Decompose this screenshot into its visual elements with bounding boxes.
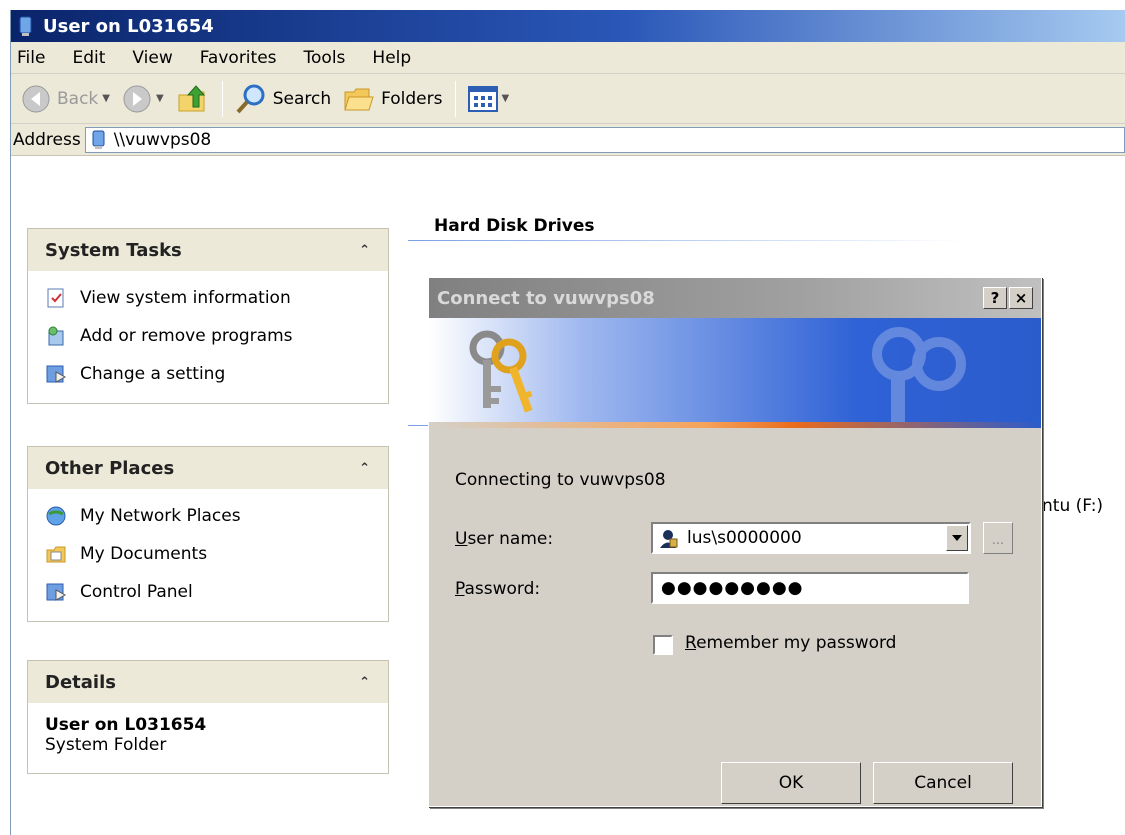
details-item-name: User on L031654: [45, 715, 207, 735]
standard-toolbar: Back ▼ ▼ Search Folders ▼: [11, 74, 1125, 124]
remember-password-checkbox[interactable]: [653, 635, 673, 655]
browse-button[interactable]: ...: [983, 522, 1013, 554]
back-arrow-icon: [22, 85, 50, 112]
my-documents-icon: [46, 546, 66, 563]
view-system-information-link[interactable]: View system information: [45, 279, 388, 317]
dialog-body: Connecting to vuwvps08 User name: lus\s0…: [429, 428, 1041, 806]
dropdown-arrow-icon[interactable]: [946, 525, 968, 551]
address-input[interactable]: \\vuwvps08: [84, 126, 1125, 153]
details-header[interactable]: Details ⌃: [28, 661, 388, 703]
password-input[interactable]: ●●●●●●●●●: [651, 572, 969, 604]
dialog-title-bar[interactable]: Connect to vuwvps08 ? ×: [429, 278, 1041, 318]
toolbar-separator: [454, 80, 456, 117]
user-name-label-mnemonic: U: [455, 529, 468, 549]
folders-button[interactable]: Folders: [337, 79, 448, 119]
password-label: Password:: [455, 579, 540, 599]
help-button[interactable]: ?: [983, 287, 1007, 309]
folders-label: Folders: [381, 88, 443, 109]
menu-edit[interactable]: Edit: [72, 48, 105, 68]
collapse-chevron-icon[interactable]: ⌃: [359, 243, 370, 258]
add-remove-programs-link[interactable]: Add or remove programs: [45, 317, 388, 355]
views-icon: [467, 85, 498, 112]
system-info-icon: [47, 288, 64, 308]
details-panel: Details ⌃ User on L031654 System Folder: [27, 660, 389, 774]
details-title: Details: [45, 671, 116, 693]
my-network-places-label: My Network Places: [80, 506, 241, 526]
user-folder-icon: [92, 130, 105, 149]
user-account-icon: [658, 528, 678, 548]
system-tasks-header[interactable]: System Tasks ⌃: [28, 229, 388, 271]
search-label: Search: [272, 88, 332, 109]
user-name-label-text: ser name:: [467, 529, 554, 549]
menu-help[interactable]: Help: [372, 48, 411, 68]
my-documents-label: My Documents: [80, 544, 208, 564]
views-button[interactable]: ▼: [462, 79, 516, 119]
control-panel-link[interactable]: Control Panel: [45, 573, 388, 611]
forward-button[interactable]: ▼: [116, 79, 170, 119]
search-button[interactable]: Search: [229, 79, 337, 119]
menu-file[interactable]: File: [17, 48, 45, 68]
window-title: User on L031654: [43, 15, 214, 37]
change-a-setting-link[interactable]: Change a setting: [45, 355, 388, 393]
back-button[interactable]: Back ▼: [15, 79, 116, 119]
keys-icon: [469, 330, 533, 413]
network-places-icon: [46, 506, 66, 526]
remember-label-mnemonic: R: [685, 633, 697, 653]
menu-bar: File Edit View Favorites Tools Help: [11, 42, 1125, 74]
ok-button[interactable]: OK: [721, 762, 861, 804]
remember-password-label[interactable]: Remember my password: [685, 633, 896, 653]
menu-tools[interactable]: Tools: [304, 48, 346, 68]
system-tasks-title: System Tasks: [45, 239, 182, 261]
forward-dropdown-icon[interactable]: ▼: [156, 93, 164, 104]
address-value: \\vuwvps08: [113, 129, 212, 150]
add-remove-programs-label: Add or remove programs: [80, 326, 293, 346]
collapse-chevron-icon[interactable]: ⌃: [359, 675, 370, 690]
hard-disk-drives-heading: Hard Disk Drives: [434, 216, 595, 236]
up-folder-icon: [178, 84, 205, 111]
other-places-title: Other Places: [45, 457, 175, 479]
up-folder-button[interactable]: [170, 79, 216, 119]
drive-item-label[interactable]: ntu (F:): [1042, 496, 1103, 516]
details-item-type: System Folder: [45, 735, 167, 755]
other-places-header[interactable]: Other Places ⌃: [28, 447, 388, 489]
cancel-button[interactable]: Cancel: [873, 762, 1013, 804]
back-label: Back: [57, 88, 99, 109]
connecting-text: Connecting to vuwvps08: [455, 470, 666, 490]
views-dropdown-icon[interactable]: ▼: [502, 93, 510, 104]
forward-arrow-icon: [123, 85, 151, 112]
control-panel-icon: [46, 583, 67, 601]
password-label-mnemonic-alt: P: [455, 579, 465, 599]
collapse-chevron-icon[interactable]: ⌃: [359, 461, 370, 476]
address-bar: Address \\vuwvps08: [11, 124, 1125, 156]
my-documents-link[interactable]: My Documents: [45, 535, 388, 573]
other-places-panel: Other Places ⌃ My Network Places My Docu…: [27, 446, 389, 622]
user-folder-icon: [19, 16, 32, 36]
toolbar-separator: [221, 80, 223, 117]
banner-watermark-keys-icon: [872, 327, 966, 424]
remember-label-text: emember my password: [696, 633, 897, 653]
menu-view[interactable]: View: [132, 48, 172, 68]
user-name-combobox[interactable]: lus\s0000000: [651, 522, 971, 554]
search-icon: [236, 84, 265, 113]
explorer-title-bar[interactable]: User on L031654: [11, 10, 1125, 42]
view-system-information-label: View system information: [80, 288, 291, 308]
password-label-text: assword:: [464, 579, 541, 599]
close-button[interactable]: ×: [1009, 287, 1033, 309]
back-dropdown-icon[interactable]: ▼: [102, 93, 110, 104]
dialog-banner: [429, 318, 1041, 428]
change-a-setting-label: Change a setting: [80, 364, 226, 384]
control-panel-icon: [46, 365, 67, 383]
section-divider: [408, 240, 968, 241]
connect-dialog: Connect to vuwvps08 ? × Connecting to vuw…: [428, 277, 1042, 807]
user-name-label: User name:: [455, 529, 553, 549]
control-panel-label: Control Panel: [80, 582, 193, 602]
folders-icon: [344, 88, 374, 110]
dialog-title: Connect to vuwvps08: [437, 287, 655, 309]
address-label: Address: [13, 129, 81, 150]
system-tasks-panel: System Tasks ⌃ View system information A…: [27, 228, 389, 404]
menu-favorites[interactable]: Favorites: [200, 48, 277, 68]
user-name-value: lus\s0000000: [687, 528, 802, 548]
my-network-places-link[interactable]: My Network Places: [45, 497, 388, 535]
add-remove-programs-icon: [48, 326, 64, 346]
